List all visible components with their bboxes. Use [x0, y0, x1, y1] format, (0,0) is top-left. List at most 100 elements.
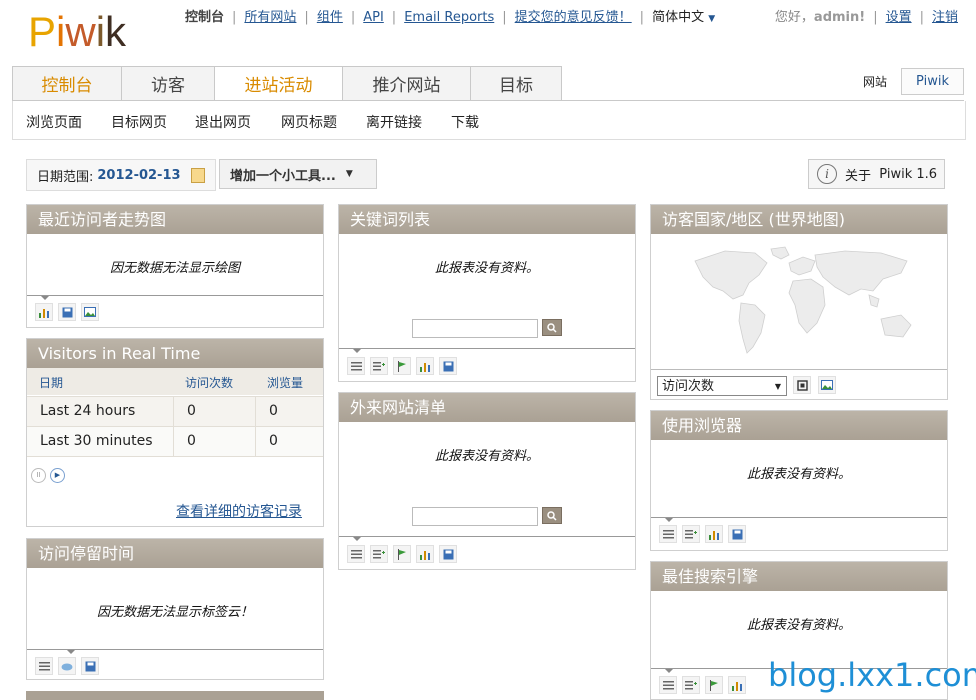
- date-range-value: 2012-02-13: [97, 167, 181, 183]
- logo-letter: i: [95, 8, 106, 55]
- subtab-outlinks[interactable]: 离开链接: [366, 112, 422, 132]
- no-data-message: 此报表没有资料。: [746, 618, 851, 633]
- table-cell: 0: [187, 403, 196, 419]
- table-cell: Last 24 hours: [40, 403, 136, 419]
- topnav-api[interactable]: API: [363, 10, 384, 25]
- export-icon[interactable]: [58, 303, 76, 321]
- realtime-controls: II ▶: [31, 468, 65, 483]
- widget-title[interactable]: 访问停留时间: [27, 539, 323, 568]
- world-map[interactable]: [685, 243, 919, 363]
- topnav-all-websites[interactable]: 所有网站: [244, 6, 296, 25]
- image-icon[interactable]: [818, 376, 836, 394]
- widget-icon-bar: [35, 657, 104, 675]
- no-data-message: 此报表没有资料。: [434, 449, 539, 464]
- play-icon[interactable]: ▶: [50, 468, 65, 483]
- table-more-icon[interactable]: [370, 357, 388, 375]
- site-selector-button[interactable]: Piwik: [901, 68, 964, 95]
- visitor-log-link[interactable]: 查看详细的访客记录: [176, 501, 302, 521]
- bar-chart-icon[interactable]: [35, 303, 53, 321]
- flag-icon[interactable]: [705, 676, 723, 694]
- table-more-icon[interactable]: [682, 525, 700, 543]
- bar-chart-icon[interactable]: [728, 676, 746, 694]
- table-more-icon[interactable]: [682, 676, 700, 694]
- sub-tabs: 浏览页面 目标网页 退出网页 网页标题 离开链接 下载: [12, 101, 966, 140]
- widget-icon-bar: [659, 525, 751, 543]
- table-icon[interactable]: [347, 545, 365, 563]
- fullscreen-icon[interactable]: [793, 376, 811, 394]
- tag-cloud-icon[interactable]: [58, 657, 76, 675]
- column-header[interactable]: 浏览量: [267, 374, 303, 391]
- search-icon[interactable]: [542, 319, 562, 336]
- column-header[interactable]: 日期: [39, 374, 63, 391]
- username: admin!: [813, 10, 866, 25]
- tab-dashboard[interactable]: 控制台: [12, 66, 122, 100]
- chevron-down-icon: ▼: [708, 14, 716, 24]
- export-icon[interactable]: [81, 657, 99, 675]
- language-selector[interactable]: 简体中文 ▼: [652, 6, 715, 25]
- widget-title[interactable]: 关键词列表: [339, 205, 635, 234]
- info-icon: i: [817, 164, 837, 184]
- subtab-pages[interactable]: 浏览页面: [26, 112, 82, 132]
- search-row: [339, 319, 635, 338]
- widget-footer-line: [27, 295, 323, 300]
- about-version: Piwik 1.6: [879, 166, 938, 182]
- export-icon[interactable]: [728, 525, 746, 543]
- widget-keywords: 关键词列表 此报表没有资料。: [338, 204, 636, 382]
- pause-icon[interactable]: II: [31, 468, 46, 483]
- widget-title[interactable]: 访客国家/地区 (世界地图): [651, 205, 947, 234]
- widget-title-partial: [26, 691, 324, 700]
- topnav-widgets[interactable]: 组件: [317, 6, 343, 25]
- logo-letter: w: [65, 8, 96, 55]
- topnav-dashboard[interactable]: 控制台: [185, 6, 224, 25]
- table-cell: Last 30 minutes: [40, 433, 153, 449]
- flag-icon[interactable]: [393, 357, 411, 375]
- settings-link[interactable]: 设置: [886, 10, 912, 25]
- widget-title[interactable]: 最佳搜索引擎: [651, 562, 947, 591]
- search-input[interactable]: [412, 319, 538, 338]
- bar-chart-icon[interactable]: [705, 525, 723, 543]
- map-metric-select[interactable]: 访问次数 ▼: [657, 376, 787, 396]
- flag-icon[interactable]: [393, 545, 411, 563]
- subtab-entry-pages[interactable]: 目标网页: [111, 112, 167, 132]
- export-icon[interactable]: [439, 357, 457, 375]
- search-icon[interactable]: [542, 507, 562, 524]
- export-icon[interactable]: [439, 545, 457, 563]
- search-input[interactable]: [412, 507, 538, 526]
- table-icon[interactable]: [659, 525, 677, 543]
- widget-footer-line: [651, 517, 947, 522]
- tab-goals[interactable]: 目标: [470, 66, 562, 100]
- table-icon[interactable]: [659, 676, 677, 694]
- topnav-feedback[interactable]: 提交您的意见反馈！: [515, 6, 632, 25]
- column-header[interactable]: 访问次数: [185, 374, 233, 391]
- widget-visit-duration: 访问停留时间 因无数据无法显示标签云！: [26, 538, 324, 680]
- date-range-picker[interactable]: 日期范围: 2012-02-13: [26, 159, 216, 191]
- top-nav: 控制台 | 所有网站 | 组件 | API | Email Reports | 提交您的意见反馈！ |…: [185, 6, 715, 25]
- subtab-exit-pages[interactable]: 退出网页: [195, 112, 251, 132]
- piwik-logo[interactable]: Piwik: [28, 8, 126, 56]
- logout-link[interactable]: 注销: [932, 10, 958, 25]
- table-icon[interactable]: [347, 357, 365, 375]
- about-button[interactable]: i 关于 Piwik 1.6: [808, 159, 945, 189]
- no-data-message: 因无数据无法显示标签云！: [96, 605, 253, 620]
- subtab-page-titles[interactable]: 网页标题: [281, 112, 337, 132]
- table-more-icon[interactable]: [370, 545, 388, 563]
- bar-chart-icon[interactable]: [416, 357, 434, 375]
- subtab-downloads[interactable]: 下载: [451, 112, 479, 132]
- logo-letter: i: [56, 8, 66, 55]
- add-widget-button[interactable]: 增加一个小工具... ▼: [219, 159, 377, 189]
- main-tabs: 控制台 访客 进站活动 推介网站 目标: [12, 66, 562, 101]
- table-icon[interactable]: [35, 657, 53, 675]
- widget-title[interactable]: 外来网站清单: [339, 393, 635, 422]
- widget-title[interactable]: Visitors in Real Time: [27, 339, 323, 368]
- image-icon[interactable]: [81, 303, 99, 321]
- widget-icon-bar: [35, 303, 104, 321]
- widget-title[interactable]: 使用浏览器: [651, 411, 947, 440]
- topnav-email-reports[interactable]: Email Reports: [404, 10, 494, 25]
- calendar-icon[interactable]: [190, 167, 205, 183]
- widget-title[interactable]: 最近访问者走势图: [27, 205, 323, 234]
- bar-chart-icon[interactable]: [416, 545, 434, 563]
- widget-browsers: 使用浏览器 此报表没有资料。: [650, 410, 948, 551]
- tab-visitors[interactable]: 访客: [121, 66, 215, 100]
- tab-referrers[interactable]: 推介网站: [342, 66, 471, 100]
- tab-actions[interactable]: 进站活动: [214, 66, 343, 101]
